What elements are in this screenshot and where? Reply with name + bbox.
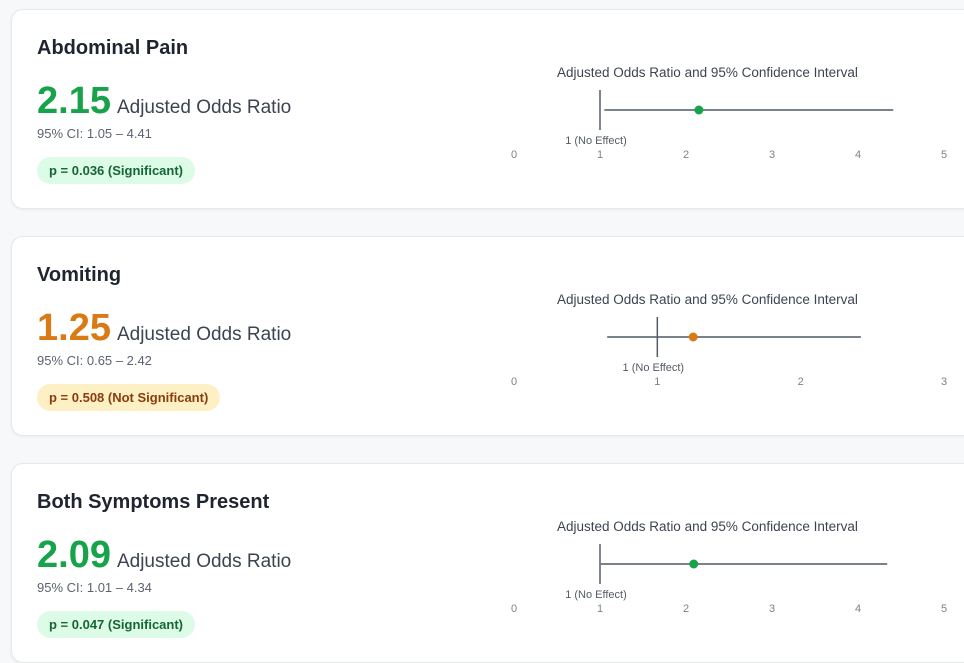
odds-ratio-card-vomiting: Vomiting 1.25 Adjusted Odds Ratio 95% CI:…: [11, 236, 964, 436]
odds-ratio-label: Adjusted Odds Ratio: [116, 324, 292, 345]
x-tick-label: 1: [654, 376, 660, 388]
point-estimate-marker: [689, 559, 699, 569]
reference-line-label: 1 (No Effect): [565, 589, 627, 601]
x-tick-label: 2: [683, 603, 689, 615]
p-value-badge: p = 0.047 (Significant): [37, 611, 196, 638]
x-tick-label: 0: [511, 376, 517, 388]
chart-title: Adjusted Odds Ratio and 95% Confidence I…: [557, 519, 858, 534]
odds-ratio-label: Adjusted Odds Ratio: [116, 551, 292, 572]
odds-ratio-row: 1.25 Adjusted Odds Ratio: [37, 307, 291, 350]
x-tick-label: 0: [511, 603, 517, 615]
odds-ratio-card-both-symptoms: Both Symptoms Present 2.09 Adjusted Odds …: [11, 463, 964, 663]
x-tick-label: 3: [769, 603, 775, 615]
odds-ratio-label: Adjusted Odds Ratio: [116, 97, 292, 118]
odds-ratio-value: 2.15: [37, 80, 111, 122]
card-title: Both Symptoms Present: [37, 491, 270, 513]
confidence-interval-text: 95% CI: 0.65 – 2.42: [37, 353, 152, 368]
card-title: Vomiting: [37, 264, 122, 286]
card-title: Abdominal Pain: [37, 37, 189, 59]
x-tick-label: 5: [941, 603, 947, 615]
p-value-badge: p = 0.036 (Significant): [37, 157, 196, 184]
point-estimate-marker: [688, 332, 698, 342]
forest-plot-chart: 0 1 2 3 1 (No Effect): [511, 317, 947, 388]
chart-title: Adjusted Odds Ratio and 95% Confidence I…: [557, 292, 858, 307]
x-tick-label: 3: [769, 149, 775, 161]
x-tick-label: 3: [941, 376, 947, 388]
x-tick-label: 4: [855, 149, 861, 161]
x-tick-label: 0: [511, 149, 517, 161]
point-estimate-marker: [694, 105, 704, 115]
x-tick-label: 4: [855, 603, 861, 615]
reference-line-label: 1 (No Effect): [623, 362, 685, 374]
x-tick-label: 2: [683, 149, 689, 161]
x-tick-label: 2: [798, 376, 804, 388]
odds-ratio-row: 2.09 Adjusted Odds Ratio: [37, 534, 291, 577]
x-tick-label: 1: [597, 149, 603, 161]
odds-ratio-value: 2.09: [37, 534, 111, 576]
confidence-interval-text: 95% CI: 1.05 – 4.41: [37, 126, 152, 141]
chart-title: Adjusted Odds Ratio and 95% Confidence I…: [557, 65, 858, 80]
confidence-interval-text: 95% CI: 1.01 – 4.34: [37, 580, 152, 595]
x-tick-label: 1: [597, 603, 603, 615]
x-tick-label: 5: [941, 149, 947, 161]
forest-plot-chart: 0 1 2 3 4 5 1 (No Effect): [511, 90, 947, 161]
odds-ratio-card-abdominal-pain: Abdominal Pain 2.15 Adjusted Odds Ratio 9…: [11, 9, 964, 209]
p-value-badge: p = 0.508 (Not Significant): [37, 384, 221, 411]
reference-line-label: 1 (No Effect): [565, 135, 627, 147]
odds-ratio-value: 1.25: [37, 307, 111, 349]
forest-plot-chart: 0 1 2 3 4 5 1 (No Effect): [511, 544, 947, 615]
odds-ratio-row: 2.15 Adjusted Odds Ratio: [37, 80, 291, 123]
